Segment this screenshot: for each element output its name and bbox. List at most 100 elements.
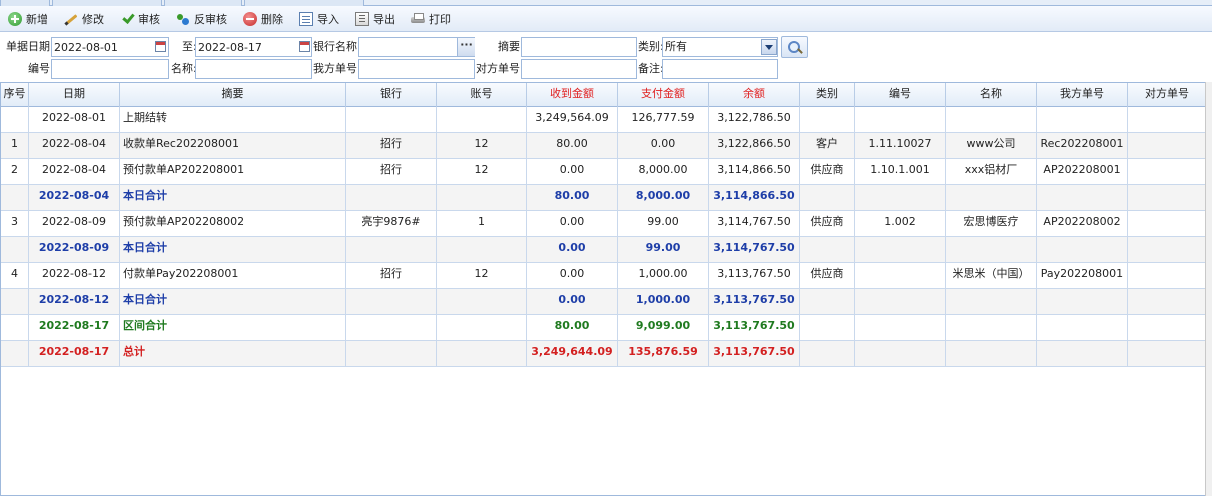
table-row[interactable]: 3 2022-08-09 预付款单AP202208002 亮宇9876# 1 0.00 99…	[1, 211, 1207, 237]
cell-their-order-no	[1128, 341, 1207, 367]
cell-date: 2022-08-09	[29, 237, 120, 263]
chevron-down-icon[interactable]	[761, 39, 777, 55]
cell-our-order-no	[1037, 289, 1128, 315]
name-input[interactable]	[195, 59, 312, 79]
cell-account	[437, 341, 527, 367]
column-header-received[interactable]: 收到金额	[527, 83, 618, 107]
column-header-code[interactable]: 编号	[855, 83, 946, 107]
our-order-no-input[interactable]	[358, 59, 475, 79]
their-order-no-input[interactable]	[521, 59, 637, 79]
cell-account	[437, 315, 527, 341]
table-row[interactable]: 4 2022-08-12 付款单Pay202208001 招行 12 0.00 1,000.…	[1, 263, 1207, 289]
calendar-icon[interactable]	[155, 41, 166, 52]
unapprove-button-label: 反审核	[194, 12, 227, 26]
cell-received: 0.00	[527, 289, 618, 315]
cell-summary: 本日合计	[120, 237, 346, 263]
cell-bank: 招行	[346, 263, 437, 289]
cell-category: 供应商	[800, 263, 855, 289]
cell-seq: 3	[1, 211, 29, 237]
cell-paid: 9,099.00	[618, 315, 709, 341]
cell-paid: 126,777.59	[618, 107, 709, 133]
calendar-icon[interactable]	[299, 41, 310, 52]
summary-input[interactable]	[521, 37, 637, 57]
table-row[interactable]: 1 2022-08-04 收款单Rec202208001 招行 12 80.00 0.00 3…	[1, 133, 1207, 159]
print-button[interactable]: 打印	[409, 8, 459, 30]
cell-paid: 99.00	[618, 237, 709, 263]
cell-seq	[1, 107, 29, 133]
import-button[interactable]: 导入	[297, 8, 347, 30]
edit-button[interactable]: 修改	[62, 8, 112, 30]
table-row-total[interactable]: 2022-08-04 本日合计 80.00 8,000.00 3,114,866.50	[1, 185, 1207, 211]
cell-code	[855, 341, 946, 367]
delete-button-label: 删除	[261, 12, 283, 26]
cell-received: 0.00	[527, 237, 618, 263]
import-icon	[299, 11, 313, 26]
column-header-paid[interactable]: 支付金额	[618, 83, 709, 107]
table-row-total[interactable]: 2022-08-12 本日合计 0.00 1,000.00 3,113,767.50	[1, 289, 1207, 315]
cell-bank: 招行	[346, 159, 437, 185]
cell-their-order-no	[1128, 185, 1207, 211]
column-header-category[interactable]: 类别	[800, 83, 855, 107]
table-row-total[interactable]: 2022-08-09 本日合计 0.00 99.00 3,114,767.50	[1, 237, 1207, 263]
cell-their-order-no	[1128, 237, 1207, 263]
cell-name: www公司	[946, 133, 1037, 159]
delete-button[interactable]: 删除	[241, 8, 291, 30]
approve-button[interactable]: 审核	[118, 8, 168, 30]
table-row-total[interactable]: 2022-08-17 总计 3,249,644.09 135,876.59 3,113,…	[1, 341, 1207, 367]
print-button-label: 打印	[429, 12, 451, 26]
cell-account: 12	[437, 263, 527, 289]
column-header-account[interactable]: 账号	[437, 83, 527, 107]
cell-bank	[346, 289, 437, 315]
cell-date: 2022-08-09	[29, 211, 120, 237]
cell-paid: 1,000.00	[618, 263, 709, 289]
column-header-their-order-no[interactable]: 对方单号	[1128, 83, 1207, 107]
cell-summary: 预付款单AP202208002	[120, 211, 346, 237]
cell-their-order-no	[1128, 133, 1207, 159]
date-from-input[interactable]	[51, 37, 169, 57]
cell-seq	[1, 341, 29, 367]
cell-paid: 99.00	[618, 211, 709, 237]
cell-their-order-no	[1128, 159, 1207, 185]
cell-summary: 预付款单AP202208001	[120, 159, 346, 185]
cell-balance: 3,113,767.50	[709, 289, 800, 315]
column-header-our-order-no[interactable]: 我方单号	[1037, 83, 1128, 107]
vertical-scrollbar[interactable]	[1205, 82, 1212, 496]
date-to-input[interactable]	[195, 37, 312, 57]
column-header-bank[interactable]: 银行	[346, 83, 437, 107]
cell-category: 客户	[800, 133, 855, 159]
cell-our-order-no: AP202208001	[1037, 159, 1128, 185]
bank-picker-button[interactable]: ···	[457, 38, 475, 56]
cell-date: 2022-08-04	[29, 185, 120, 211]
cell-their-order-no	[1128, 263, 1207, 289]
unapprove-button[interactable]: 反审核	[174, 8, 235, 30]
remark-input[interactable]	[662, 59, 778, 79]
column-header-seq[interactable]: 序号	[1, 83, 29, 107]
cell-seq: 1	[1, 133, 29, 159]
cell-name: 宏思博医疗	[946, 211, 1037, 237]
uncheck-icon	[176, 12, 190, 26]
add-button[interactable]: 新增	[6, 8, 56, 30]
cell-received: 0.00	[527, 211, 618, 237]
table-row[interactable]: 2 2022-08-04 预付款单AP202208001 招行 12 0.00 8,000.…	[1, 159, 1207, 185]
export-button[interactable]: 导出	[353, 8, 403, 30]
category-label: 类别:	[638, 40, 664, 53]
cell-paid: 8,000.00	[618, 159, 709, 185]
cell-balance: 3,114,767.50	[709, 211, 800, 237]
edit-button-label: 修改	[82, 12, 104, 26]
cell-balance: 3,114,866.50	[709, 159, 800, 185]
search-button[interactable]	[781, 36, 808, 58]
cell-category: 供应商	[800, 211, 855, 237]
code-input[interactable]	[51, 59, 169, 79]
table-row-total[interactable]: 2022-08-17 区间合计 80.00 9,099.00 3,113,767.50	[1, 315, 1207, 341]
cell-code	[855, 289, 946, 315]
cell-seq	[1, 315, 29, 341]
column-header-summary[interactable]: 摘要	[120, 83, 346, 107]
column-header-name[interactable]: 名称	[946, 83, 1037, 107]
cell-bank	[346, 341, 437, 367]
column-header-balance[interactable]: 余额	[709, 83, 800, 107]
cell-received: 80.00	[527, 133, 618, 159]
column-header-date[interactable]: 日期	[29, 83, 120, 107]
cell-balance: 3,114,767.50	[709, 237, 800, 263]
table-row[interactable]: 2022-08-01 上期结转 3,249,564.09 126,777.59 3,12…	[1, 107, 1207, 133]
cell-category: 供应商	[800, 159, 855, 185]
